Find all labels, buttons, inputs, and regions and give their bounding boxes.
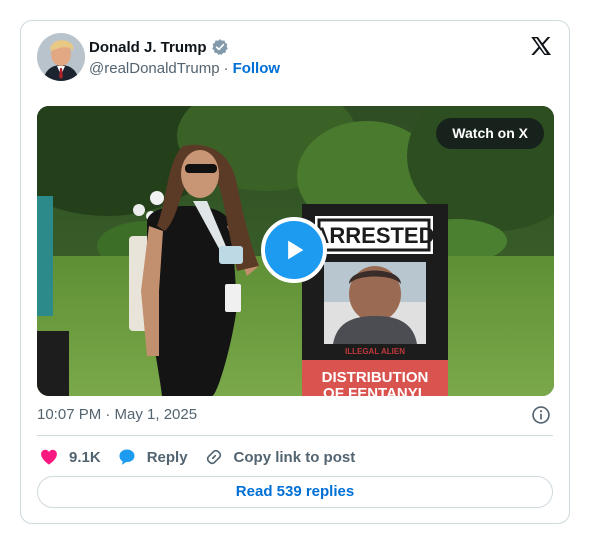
info-icon[interactable] [531, 405, 551, 425]
embedded-post-card: Donald J. Trump @realDonaldTrump · Follo… [20, 20, 570, 524]
copy-link-label: Copy link to post [233, 448, 356, 466]
reply-bubble-icon [119, 449, 135, 465]
read-replies-button[interactable]: Read 539 replies [37, 476, 553, 508]
sign-caption-text: ILLEGAL ALIEN [345, 347, 405, 356]
post-timestamp[interactable]: 10:07 PM · May 1, 2025 [37, 406, 197, 423]
author-name-row: Donald J. Trump [89, 38, 229, 56]
x-logo-icon[interactable] [529, 35, 553, 59]
verified-badge-icon [211, 38, 229, 56]
post-actions: 9.1K Reply Copy link to post [39, 445, 371, 469]
divider [37, 435, 553, 436]
heart-icon [41, 449, 57, 465]
link-icon [206, 449, 221, 465]
separator-dot: · [223, 60, 229, 77]
sign-line2-text: OF FENTANYL [323, 385, 427, 396]
avatar[interactable] [37, 33, 85, 81]
like-button[interactable]: 9.1K [39, 447, 101, 467]
sign-line1-text: DISTRIBUTION [322, 369, 429, 386]
sign-header-text: ARRESTED [313, 223, 434, 248]
author-name[interactable]: Donald J. Trump [89, 39, 207, 56]
follow-link[interactable]: Follow [233, 60, 281, 77]
like-count: 9.1K [69, 448, 101, 466]
video-thumbnail[interactable]: ARRESTED ILLEGAL ALIEN DISTRIBUTION OF F… [37, 106, 554, 396]
play-button[interactable] [261, 217, 327, 283]
reply-label: Reply [146, 448, 188, 466]
author-handle-row: @realDonaldTrump · Follow [89, 60, 280, 77]
watch-on-x-button[interactable]: Watch on X [436, 118, 544, 149]
copy-link-button[interactable]: Copy link to post [204, 447, 356, 467]
play-icon [288, 240, 304, 260]
author-handle[interactable]: @realDonaldTrump [89, 60, 220, 77]
reply-button[interactable]: Reply [117, 447, 188, 467]
